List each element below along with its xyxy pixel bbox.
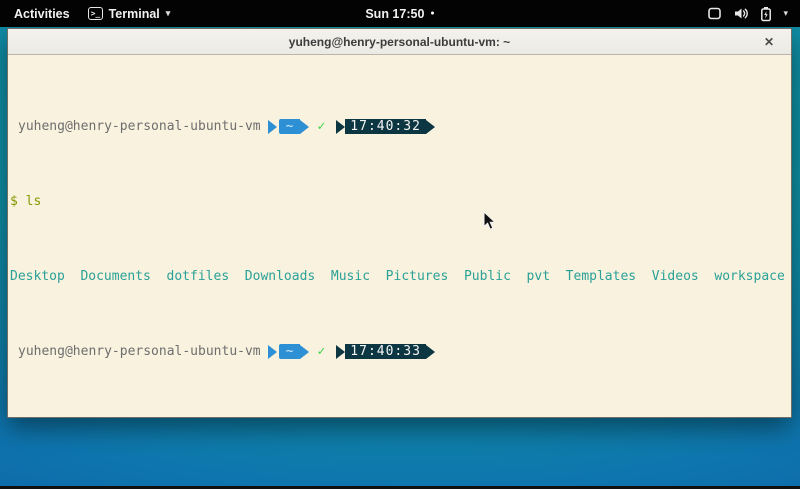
directory-name: Pictures [386,269,449,284]
directory-name: Desktop [10,269,65,284]
close-button[interactable]: ✕ [757,29,781,55]
directory-name: Public [464,269,511,284]
app-menu-label: Terminal [109,7,160,21]
directory-name: pvt [527,269,550,284]
powerline-arrow-icon [336,345,345,359]
prompt-host: yuheng@henry-personal-ubuntu-vm [18,119,261,134]
status-check-icon: ✓ [317,344,325,359]
powerline-arrow-icon [336,120,345,134]
display-icon [707,6,722,21]
notification-dot-icon: ● [430,10,434,17]
directory-name: Music [331,269,370,284]
prompt-host: yuheng@henry-personal-ubuntu-vm [18,344,261,359]
directory-name: workspace [714,269,784,284]
directory-name: Downloads [245,269,315,284]
battery-charging-icon [760,6,772,22]
activities-button[interactable]: Activities [10,7,74,21]
powerline-arrow-icon [426,120,435,134]
prompt-time-segment: 17:40:32 [345,119,426,134]
powerline-arrow-icon [268,345,277,359]
terminal-content[interactable]: yuheng@henry-personal-ubuntu-vm ~ ✓ 17:4… [8,55,791,417]
window-title: yuheng@henry-personal-ubuntu-vm: ~ [289,35,510,49]
directory-name: dotfiles [167,269,230,284]
terminal-icon: >_ [88,7,103,20]
ls-output: Desktop Documents dotfiles Downloads Mus… [10,269,789,284]
volume-icon [733,6,749,21]
status-check-icon: ✓ [317,119,325,134]
system-status-area[interactable]: ▾ [707,6,800,22]
top-bar-left: Activities >_ Terminal ▾ [0,7,170,21]
command-text: ls [18,194,41,209]
command-line: $ ls [10,194,789,209]
prompt-line: yuheng@henry-personal-ubuntu-vm ~ ✓ 17:4… [10,119,789,134]
top-bar: Activities >_ Terminal ▾ Sun 17:50 ● ▾ [0,0,800,27]
prompt-path-segment: ~ [279,119,301,134]
powerline-arrow-icon [300,345,309,359]
chevron-down-icon: ▾ [166,8,171,19]
prompt-time-segment: 17:40:33 [345,344,426,359]
powerline-arrow-icon [300,120,309,134]
prompt-symbol: $ [10,194,18,209]
directory-name: Documents [80,269,150,284]
prompt-path-segment: ~ [279,344,301,359]
clock-label: Sun 17:50 [365,7,424,21]
mouse-cursor-icon [483,211,497,236]
powerline-arrow-icon [426,345,435,359]
app-menu-terminal[interactable]: >_ Terminal ▾ [88,7,171,21]
directory-name: Videos [652,269,699,284]
prompt-line: yuheng@henry-personal-ubuntu-vm ~ ✓ 17:4… [10,344,789,359]
window-titlebar[interactable]: yuheng@henry-personal-ubuntu-vm: ~ ✕ [8,29,791,55]
desktop: { "topbar": { "activities_label": "Activ… [0,0,800,489]
directory-name: Templates [566,269,636,284]
powerline-arrow-icon [268,120,277,134]
terminal-window: yuheng@henry-personal-ubuntu-vm: ~ ✕ yuh… [7,28,792,418]
system-menu-chevron-icon: ▾ [783,8,788,19]
